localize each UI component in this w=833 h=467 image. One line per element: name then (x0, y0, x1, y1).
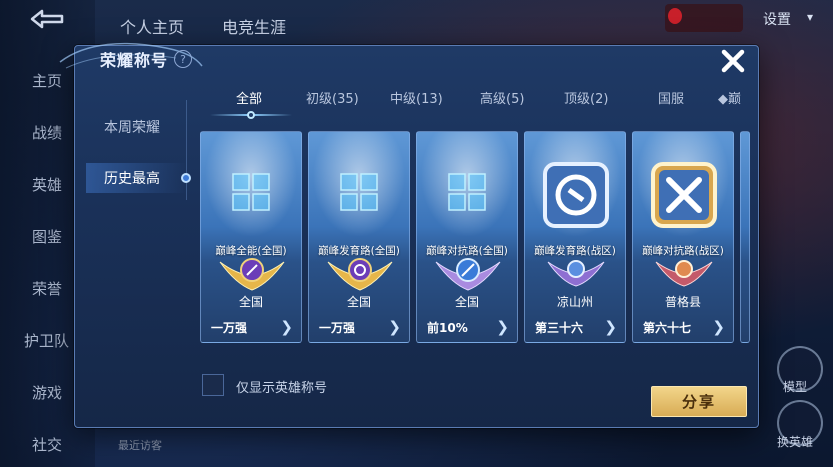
lane-badge-icon (543, 162, 609, 228)
tab-national[interactable]: 国服 (658, 88, 684, 107)
title-card[interactable]: 巅峰对抗路(战区) 普格县 第六十七 ❯ (632, 131, 734, 343)
category-active-indicator (247, 111, 255, 119)
card-rank: 第六十七 (643, 321, 692, 335)
card-art (525, 132, 625, 242)
tab-esports[interactable]: 电竞生涯 (222, 14, 286, 38)
title-card[interactable]: 巅峰全能(全国) 全国 一万强 ❯ (200, 131, 302, 343)
dialog-title: 荣耀称号 (100, 51, 169, 70)
card-region: 普格县 (664, 295, 701, 309)
gold-emblem-icon (219, 258, 285, 291)
side-divider (186, 100, 187, 200)
back-button[interactable] (26, 8, 70, 30)
hero-title-only-label: 仅显示英雄称号 (236, 381, 328, 396)
diamond-icon: ◆ (718, 92, 728, 107)
tab-profile[interactable]: 个人主页 (120, 14, 184, 38)
right-actions: 模型 换英雄 (763, 300, 833, 460)
chevron-right-icon[interactable]: ❯ (712, 318, 725, 336)
card-art (309, 132, 409, 242)
red-emblem-icon (655, 260, 713, 287)
tab-advanced[interactable]: 高级(5) (480, 88, 524, 107)
settings-button[interactable]: 设置 (763, 9, 791, 29)
title-card[interactable]: 巅峰对抗路(全国) 全国 前10% ❯ (416, 131, 518, 343)
card-region: 全国 (346, 295, 371, 309)
tab-top[interactable]: 顶级(2) (564, 88, 608, 107)
dialog-header: 荣耀称号 ? (100, 46, 193, 72)
change-hero-label: 换英雄 (777, 435, 814, 449)
card-rank: 一万强 (211, 321, 248, 335)
crossed-swords-icon (651, 162, 717, 228)
side-tab-weekly[interactable]: 本周荣耀 (86, 112, 186, 142)
chevron-down-icon[interactable]: ▾ (807, 10, 813, 24)
purple-emblem-icon (547, 260, 605, 287)
model-label: 模型 (783, 380, 808, 394)
side-tab-history-best[interactable]: 历史最高 (86, 163, 186, 193)
side-active-indicator (181, 173, 191, 183)
tab-intermediate[interactable]: 中级(13) (390, 88, 443, 107)
notification-dot-icon (668, 8, 682, 24)
close-icon (721, 49, 745, 77)
chevron-right-icon[interactable]: ❯ (280, 318, 293, 336)
card-rank: 前10% (427, 321, 468, 335)
tab-peak[interactable]: ◆巅 (718, 88, 741, 107)
tiles-icon (340, 173, 378, 211)
recent-visitors-label[interactable]: 最近访客 (118, 437, 162, 453)
tiles-icon (448, 173, 486, 211)
card-art (201, 132, 301, 242)
back-arrow-icon (26, 9, 70, 35)
nav-item-social[interactable]: 社交 (0, 434, 95, 455)
hero-title-only-checkbox[interactable] (202, 374, 224, 396)
share-button[interactable]: 分享 (651, 386, 747, 417)
chevron-right-icon[interactable]: ❯ (388, 318, 401, 336)
chevron-right-icon[interactable]: ❯ (496, 318, 509, 336)
category-tabs: 全部 初级(35) 中级(13) 高级(5) 顶级(2) 国服 ◆巅 (200, 88, 748, 116)
card-art (633, 132, 733, 242)
help-icon[interactable]: ? (174, 50, 193, 68)
card-rank: 第三十六 (535, 321, 584, 335)
purple-emblem-icon (435, 258, 501, 291)
close-button[interactable] (716, 47, 750, 79)
card-rank: 一万强 (319, 321, 356, 335)
tab-peak-label: 巅 (728, 92, 742, 107)
card-region: 全国 (454, 295, 479, 309)
title-card[interactable]: 巅峰发育路(全国) 全国 一万强 ❯ (308, 131, 410, 343)
card-region: 全国 (238, 295, 263, 309)
tab-all[interactable]: 全部 (236, 88, 262, 107)
title-card-partial[interactable] (740, 131, 750, 343)
title-card[interactable]: 巅峰发育路(战区) 凉山州 第三十六 ❯ (524, 131, 626, 343)
card-art (417, 132, 517, 242)
chevron-right-icon[interactable]: ❯ (604, 318, 617, 336)
tab-junior[interactable]: 初级(35) (306, 88, 359, 107)
card-region: 凉山州 (556, 295, 593, 309)
tiles-icon (232, 173, 270, 211)
gold-emblem-icon (327, 258, 393, 291)
